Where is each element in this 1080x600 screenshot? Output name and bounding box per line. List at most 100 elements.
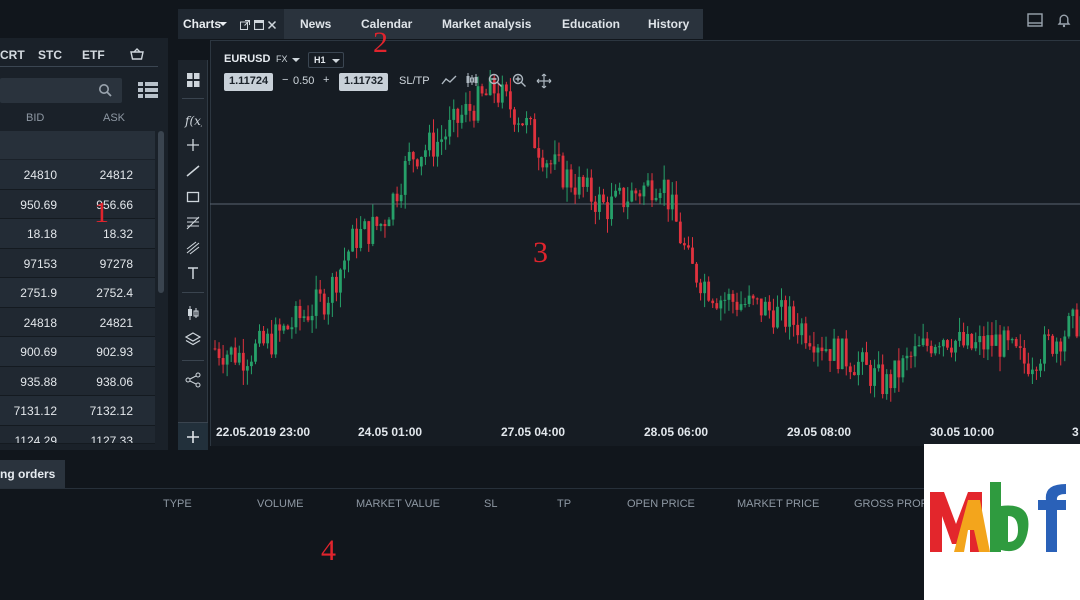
- buy-price-button[interactable]: 1.11732: [339, 73, 389, 91]
- candlestick-chart[interactable]: [210, 40, 1080, 446]
- candle-body: [970, 333, 974, 349]
- column-sl[interactable]: SL: [484, 498, 497, 510]
- candle-body: [840, 338, 844, 370]
- candle-body: [747, 295, 751, 305]
- candle-type-icon[interactable]: [184, 305, 202, 321]
- layers-icon[interactable]: [184, 331, 202, 347]
- rectangle-tool-icon[interactable]: [184, 189, 202, 205]
- symbol-label[interactable]: EURUSD: [224, 53, 270, 65]
- tab-pending-orders[interactable]: ng orders: [0, 460, 65, 488]
- ask-column-header[interactable]: ASK: [103, 112, 125, 124]
- basket-icon[interactable]: [130, 48, 144, 60]
- chevron-down-icon[interactable]: [219, 22, 227, 26]
- table-row[interactable]: 24810 24812: [0, 160, 155, 190]
- layout-grid-icon[interactable]: [184, 72, 202, 88]
- tab-education[interactable]: Education: [562, 17, 620, 31]
- chevron-down-icon[interactable]: [292, 58, 300, 62]
- drawing-toolbar: f(x): [178, 60, 208, 450]
- tab-etf[interactable]: ETF: [82, 48, 105, 62]
- table-row[interactable]: 18.18 18.32: [0, 219, 155, 249]
- bell-icon[interactable]: [1056, 12, 1072, 28]
- candle-body: [666, 179, 670, 210]
- candle-body: [1047, 334, 1050, 336]
- text-tool-icon[interactable]: [184, 265, 202, 281]
- move-icon[interactable]: [536, 73, 552, 89]
- column-open-price[interactable]: OPEN PRICE: [627, 498, 695, 510]
- watchlist-scrollbar[interactable]: [158, 131, 164, 293]
- decrease-spread-button[interactable]: −: [282, 74, 288, 86]
- column-type[interactable]: TYPE: [163, 498, 192, 510]
- logo-graphic: [930, 482, 1066, 552]
- candle-body: [1063, 336, 1067, 352]
- table-row[interactable]: 2751.9 2752.4: [0, 278, 155, 308]
- table-row[interactable]: 24818 24821: [0, 307, 155, 337]
- bid-column-header[interactable]: BID: [26, 112, 44, 124]
- candle-body: [387, 219, 391, 227]
- candle-body: [217, 348, 221, 359]
- table-row[interactable]: 7131.12 7132.12: [0, 396, 155, 426]
- table-row[interactable]: 950.69 956.66: [0, 189, 155, 219]
- candle-body: [731, 293, 735, 302]
- candle-body: [966, 333, 970, 346]
- candle-body: [622, 187, 626, 208]
- candle-body: [436, 141, 439, 157]
- grid-view-icon[interactable]: [138, 82, 158, 98]
- search-input[interactable]: [0, 78, 122, 103]
- time-axis-label: 30.05 10:00: [930, 425, 995, 439]
- candle-body: [359, 228, 363, 248]
- column-market-price[interactable]: MARKET PRICE: [737, 498, 819, 510]
- table-row[interactable]: 935.88 938.06: [0, 366, 155, 396]
- table-row[interactable]: 1124.29 1127.33: [0, 425, 155, 444]
- candle-body: [626, 201, 630, 208]
- maximize-icon[interactable]: [254, 20, 264, 30]
- zoom-out-icon[interactable]: [488, 73, 503, 88]
- candle-body: [225, 354, 229, 365]
- column-market-value[interactable]: MARKET VALUE: [356, 498, 440, 510]
- candle-body: [314, 289, 318, 316]
- sell-price-button[interactable]: 1.11724: [224, 73, 274, 91]
- candle-body: [735, 301, 739, 310]
- candles-toggle-icon[interactable]: [464, 72, 480, 88]
- close-icon[interactable]: [267, 20, 277, 30]
- candle-body: [525, 117, 528, 126]
- candle-body: [804, 323, 808, 344]
- tab-history[interactable]: History: [648, 17, 689, 31]
- search-icon[interactable]: [98, 83, 112, 97]
- zoom-in-icon[interactable]: [512, 73, 527, 88]
- table-row[interactable]: 97153 97278: [0, 248, 155, 278]
- candle-body: [699, 282, 702, 294]
- pitchfork-icon[interactable]: [184, 240, 202, 256]
- share-icon[interactable]: [184, 372, 202, 388]
- increase-spread-button[interactable]: +: [323, 74, 329, 86]
- time-axis-label: 3: [1072, 425, 1079, 439]
- bid-value: 24810: [23, 168, 57, 182]
- tab-crt[interactable]: CRT: [0, 48, 25, 62]
- column-gross-profit[interactable]: GROSS PROFI: [854, 498, 930, 510]
- function-icon[interactable]: f(x): [184, 112, 202, 128]
- candle-body: [727, 293, 731, 300]
- candle-body: [577, 176, 581, 195]
- popout-icon[interactable]: [240, 20, 250, 30]
- candle-body: [921, 338, 925, 346]
- crosshair-icon[interactable]: [184, 137, 202, 153]
- tab-market-analysis[interactable]: Market analysis: [442, 17, 531, 31]
- bid-value: 7131.12: [13, 404, 57, 418]
- add-chart-button[interactable]: [178, 422, 208, 450]
- ask-value: 97278: [99, 256, 133, 271]
- line-tool-icon[interactable]: [184, 163, 202, 179]
- candle-body: [877, 364, 881, 369]
- line-chart-icon[interactable]: [441, 73, 457, 87]
- tab-stc[interactable]: STC: [38, 48, 62, 62]
- tab-news[interactable]: News: [300, 17, 331, 31]
- fibonacci-icon[interactable]: [184, 215, 202, 231]
- layout-icon[interactable]: [1027, 12, 1043, 28]
- column-volume[interactable]: VOLUME: [257, 498, 303, 510]
- sltp-button[interactable]: SL/TP: [399, 75, 430, 87]
- bid-value: 97153: [23, 256, 57, 271]
- column-tp[interactable]: TP: [557, 498, 571, 510]
- candle-body: [950, 347, 953, 353]
- table-row[interactable]: 900.69 902.93: [0, 337, 155, 367]
- watchlist-group-header[interactable]: [0, 131, 155, 159]
- tab-charts[interactable]: Charts: [178, 9, 284, 39]
- timeframe-select[interactable]: H1: [308, 52, 344, 68]
